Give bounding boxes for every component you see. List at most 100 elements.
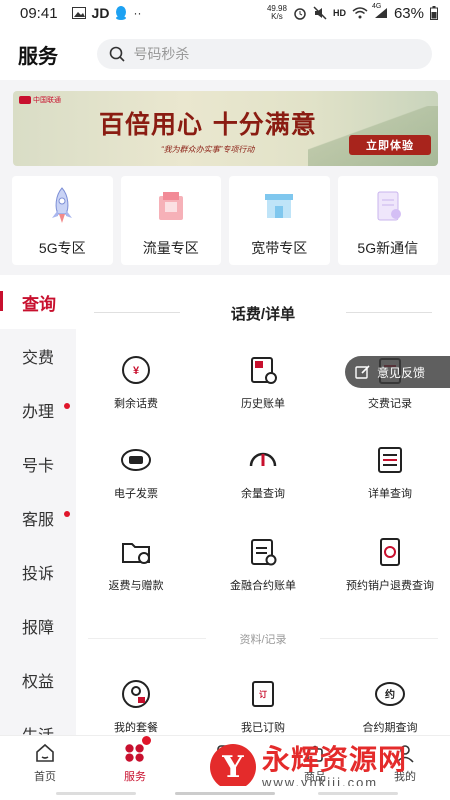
grid-item-remaining-balance[interactable]: ¥ 剩余话费 <box>76 353 196 411</box>
section-title-text: 话费/详单 <box>230 306 296 323</box>
sidebar-item-label: 客服 <box>22 512 55 529</box>
finance-contract-icon <box>246 535 280 569</box>
sidebar-item-benefits[interactable]: 权益 <box>0 653 76 707</box>
zone-label: 5G专区 <box>38 240 86 256</box>
banner-headline: 百倍用心 十分满意 <box>99 110 317 139</box>
grid-item-label: 交费记录 <box>368 398 412 410</box>
grid-item-label: 电子发票 <box>114 488 158 500</box>
grid-item-label: 返费与赠款 <box>108 580 164 592</box>
qq-notification-icon <box>115 6 127 20</box>
zone-card-broadband[interactable]: 宽带专区 <box>229 176 330 265</box>
tab-home[interactable]: 首页 <box>0 736 90 785</box>
divider <box>88 638 206 639</box>
divider <box>346 312 432 313</box>
grid-item-label: 我已订购 <box>241 722 285 734</box>
tab-label: 服务 <box>124 771 146 783</box>
grid-item-label: 金融合约账单 <box>230 580 296 592</box>
subscribed-icon: 订 <box>246 677 280 711</box>
grid-item-cancel-account-refund[interactable]: 预约销户退费查询 <box>330 535 450 593</box>
nav-indicator <box>56 792 136 795</box>
status-time: 09:41 <box>20 4 58 22</box>
grid-item-e-invoice[interactable]: 电子发票 <box>76 443 196 501</box>
e-invoice-icon <box>119 443 153 477</box>
system-nav-bar <box>0 786 450 800</box>
search-placeholder: 号码秒杀 <box>133 46 190 62</box>
grid-item-history-bill[interactable]: 历史账单 <box>203 353 323 411</box>
sidebar-item-handle[interactable]: 办理 <box>0 383 76 437</box>
zone-label: 5G新通信 <box>357 240 419 256</box>
watermark-title: 永辉资源网 <box>262 743 408 775</box>
grid-item-label: 详单查询 <box>368 488 412 500</box>
zone-card-data[interactable]: 流量专区 <box>120 176 221 265</box>
unicom-logo: 中国联通 <box>19 95 61 105</box>
sidebar-item-life[interactable]: 生活 <box>0 707 76 735</box>
promo-banner[interactable]: 中国联通 百倍用心 十分满意 “我为群众办实事”专项行动 立即体验 <box>13 91 438 166</box>
svg-text:¥: ¥ <box>133 365 140 377</box>
divider <box>320 638 438 639</box>
grid-item-label: 我的套餐 <box>114 722 158 734</box>
sidebar-item-customer-service[interactable]: 客服 <box>0 491 76 545</box>
unicom-logo-mark <box>19 96 31 104</box>
mute-icon <box>313 6 327 20</box>
zone-card-5g-messaging[interactable]: 5G新通信 <box>337 176 438 265</box>
refund-folder-icon <box>119 535 153 569</box>
grid-item-refund-gift[interactable]: 返费与赠款 <box>76 535 196 593</box>
sidebar-item-query[interactable]: 查询 <box>0 275 76 329</box>
tab-service[interactable]: 服务 <box>90 736 180 785</box>
more-dots-icon: ·· <box>133 6 142 20</box>
data-package-icon <box>151 186 191 226</box>
net-speed: 49.98 K/s <box>267 5 287 21</box>
nav-indicator <box>318 792 398 795</box>
banner-cta-button[interactable]: 立即体验 <box>349 135 431 155</box>
sidebar-item-label: 投诉 <box>22 566 55 583</box>
yuan-balance-icon: ¥ <box>119 353 153 387</box>
watermark-text: 永辉资源网 www.yhkjjj.com <box>262 743 408 790</box>
contract-period-icon: 约 <box>373 677 407 711</box>
zone-card-5g[interactable]: 5G专区 <box>12 176 113 265</box>
feedback-button[interactable]: 意见反馈 <box>345 356 450 388</box>
feedback-label: 意见反馈 <box>377 365 426 380</box>
grid-item-my-plan[interactable]: 我的套餐 <box>76 677 196 735</box>
new-dot-badge <box>64 511 70 517</box>
subsection-title-text: 资料/记录 <box>239 634 287 646</box>
svg-text:约: 约 <box>385 688 395 701</box>
search-icon <box>109 46 126 62</box>
page-title: 服务 <box>18 45 58 68</box>
sidebar-item-label: 交费 <box>22 350 55 367</box>
home-indicator-bar[interactable] <box>175 792 275 795</box>
sidebar-item-fault-report[interactable]: 报障 <box>0 599 76 653</box>
section-title: 话费/详单 <box>76 303 450 324</box>
service-grid-panel: 话费/详单 ¥ 剩余话费 历史账单 交费记录 电子发票 余量查询 详单查询 返费… <box>76 275 450 735</box>
new-dot-badge <box>64 403 70 409</box>
sidebar-item-complaint[interactable]: 投诉 <box>0 545 76 599</box>
grid-item-contract-period[interactable]: 约 合约期查询 <box>330 677 450 735</box>
5g-messaging-icon <box>368 186 408 226</box>
detail-list-icon <box>373 443 407 477</box>
edit-icon <box>355 364 371 380</box>
battery-icon <box>430 6 438 20</box>
subsection-title: 资料/记录 <box>88 631 438 647</box>
grid-item-finance-contract-bill[interactable]: 金融合约账单 <box>203 535 323 593</box>
wifi-icon <box>352 7 368 19</box>
sidebar-item-sim-card[interactable]: 号卡 <box>0 437 76 491</box>
home-icon <box>34 742 56 764</box>
sidebar-item-payment[interactable]: 交费 <box>0 329 76 383</box>
header: 服务 号码秒杀 <box>0 30 450 78</box>
grid-item-label: 合约期查询 <box>362 722 418 734</box>
category-sidebar: 查询 交费 办理 号卡 客服 投诉 报障 权益 生活 <box>0 275 76 735</box>
zone-cards: 5G专区 流量专区 宽带专区 5G新通信 <box>12 176 438 265</box>
broadband-store-icon <box>259 186 299 226</box>
grid-item-label: 余量查询 <box>241 488 285 500</box>
grid-item-usage-query[interactable]: 余量查询 <box>203 443 323 501</box>
sidebar-item-label: 权益 <box>22 674 55 691</box>
my-plan-icon <box>119 677 153 711</box>
grid-item-subscribed[interactable]: 订 我已订购 <box>203 677 323 735</box>
signal-icon: 4G <box>372 3 388 19</box>
banner-tagline: “我为群众办实事”专项行动 <box>161 145 255 154</box>
carrier-label: JD <box>91 5 110 21</box>
search-input[interactable]: 号码秒杀 <box>97 39 432 69</box>
grid-item-detail-query[interactable]: 详单查询 <box>330 443 450 501</box>
rocket-icon <box>42 186 82 226</box>
service-badge-dot <box>142 736 151 745</box>
net-speed-unit: K/s <box>271 12 283 21</box>
